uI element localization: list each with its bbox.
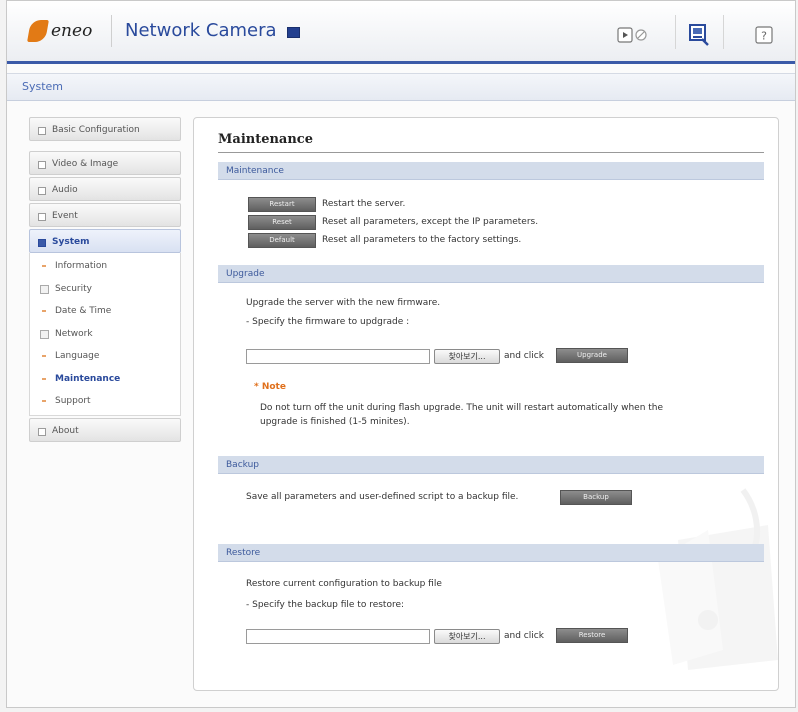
submenu-item-maintenance[interactable]: Maintenance bbox=[30, 368, 180, 391]
brand-logo[interactable]: eneo bbox=[27, 19, 93, 43]
sidebar-item-basic-configuration[interactable]: Basic Configuration bbox=[29, 117, 181, 141]
upgrade-button[interactable]: Upgrade bbox=[556, 348, 628, 363]
submenu-label: Support bbox=[55, 396, 91, 406]
bullet-icon bbox=[42, 265, 46, 267]
submenu-item-language[interactable]: Language bbox=[30, 345, 180, 368]
sidebar-item-audio[interactable]: Audio bbox=[29, 177, 181, 201]
firmware-browse-button[interactable]: 찾아보기... bbox=[434, 349, 500, 364]
default-button[interactable]: Default bbox=[248, 233, 316, 248]
help-icon[interactable]: ? bbox=[753, 25, 775, 45]
restore-subinstruction: - Specify the backup file to restore: bbox=[246, 600, 405, 610]
backup-button[interactable]: Backup bbox=[560, 490, 632, 505]
expand-icon bbox=[38, 187, 46, 195]
logo-text: eneo bbox=[51, 21, 93, 41]
bullet-icon bbox=[42, 355, 46, 357]
sidebar-item-label: System bbox=[52, 237, 90, 247]
watermark-graphic bbox=[658, 488, 778, 670]
expand-icon bbox=[40, 329, 49, 339]
live-view-icon[interactable] bbox=[617, 25, 651, 45]
bullet-icon bbox=[42, 377, 46, 380]
default-description: Reset all parameters to the factory sett… bbox=[322, 235, 522, 245]
note-text-line2: upgrade is finished (1-5 minites). bbox=[260, 417, 410, 427]
submenu-item-support[interactable]: Support bbox=[30, 390, 180, 413]
and-click-label: and click bbox=[504, 631, 544, 641]
expand-icon bbox=[38, 213, 46, 221]
upgrade-instruction: Upgrade the server with the new firmware… bbox=[246, 298, 441, 308]
backup-description: Save all parameters and user-defined scr… bbox=[246, 492, 519, 502]
restart-description: Restart the server. bbox=[322, 199, 406, 209]
expand-icon bbox=[38, 161, 46, 169]
submenu-label: Language bbox=[55, 351, 100, 361]
restart-button[interactable]: Restart bbox=[248, 197, 316, 212]
restore-instruction: Restore current configuration to backup … bbox=[246, 579, 442, 589]
breadcrumb-bar: System bbox=[7, 73, 795, 101]
sidebar-item-label: Video & Image bbox=[52, 159, 119, 169]
sidebar-item-system[interactable]: System bbox=[29, 229, 181, 253]
upgrade-subinstruction: - Specify the firmware to updgrade : bbox=[246, 317, 410, 327]
submenu-label: Security bbox=[55, 283, 92, 294]
title-divider bbox=[218, 152, 764, 153]
expand-icon bbox=[40, 284, 49, 294]
sidebar-item-label: Basic Configuration bbox=[52, 125, 140, 135]
main-panel: Maintenance Maintenance Restart Restart … bbox=[193, 117, 779, 691]
bullet-icon bbox=[42, 310, 46, 312]
header: eneo Network Camera ? bbox=[7, 1, 795, 64]
bullet-icon bbox=[42, 400, 46, 402]
section-header-backup: Backup bbox=[218, 456, 764, 474]
breadcrumb[interactable]: System bbox=[22, 80, 63, 93]
restore-button[interactable]: Restore bbox=[556, 628, 628, 643]
reset-button[interactable]: Reset bbox=[248, 215, 316, 230]
submenu-label: Information bbox=[55, 261, 108, 271]
header-divider bbox=[675, 15, 676, 49]
collapse-icon bbox=[38, 239, 46, 247]
expand-icon bbox=[38, 127, 46, 135]
app-title: Network Camera bbox=[125, 20, 277, 41]
backup-browse-button[interactable]: 찾아보기... bbox=[434, 629, 500, 644]
eneo-logo-icon bbox=[27, 20, 49, 42]
header-divider bbox=[723, 15, 724, 49]
header-divider bbox=[111, 15, 112, 47]
sidebar-item-label: Event bbox=[52, 211, 78, 221]
and-click-label: and click bbox=[504, 351, 544, 361]
submenu-item-information[interactable]: Information bbox=[30, 255, 180, 278]
submenu-item-date-time[interactable]: Date & Time bbox=[30, 300, 180, 323]
submenu-item-security[interactable]: Security bbox=[30, 278, 180, 301]
submenu-label: Network bbox=[55, 328, 93, 339]
note-text-line1: Do not turn off the unit during flash up… bbox=[260, 403, 664, 413]
sidebar-item-event[interactable]: Event bbox=[29, 203, 181, 227]
language-flag-icon[interactable] bbox=[287, 27, 300, 38]
system-submenu: Information Security Date & Time Network… bbox=[29, 253, 181, 416]
reset-description: Reset all parameters, except the IP para… bbox=[322, 217, 539, 227]
section-header-restore: Restore bbox=[218, 544, 764, 562]
firmware-file-input[interactable] bbox=[246, 349, 430, 364]
sidebar-item-label: About bbox=[52, 425, 79, 436]
page-title: Maintenance bbox=[218, 132, 313, 147]
sidebar: Basic Configuration Video & Image Audio … bbox=[29, 117, 181, 444]
sidebar-item-label: Audio bbox=[52, 185, 78, 195]
backup-file-input[interactable] bbox=[246, 629, 430, 644]
svg-text:?: ? bbox=[761, 30, 767, 43]
submenu-item-network[interactable]: Network bbox=[30, 323, 180, 346]
sidebar-item-video-image[interactable]: Video & Image bbox=[29, 151, 181, 175]
expand-icon bbox=[38, 427, 46, 436]
setup-icon[interactable] bbox=[687, 24, 711, 46]
note-title: * Note bbox=[254, 382, 286, 392]
submenu-label: Maintenance bbox=[55, 373, 121, 384]
sidebar-item-about[interactable]: About bbox=[29, 417, 181, 442]
section-header-maintenance: Maintenance bbox=[218, 162, 764, 180]
app-window: eneo Network Camera ? System Basic Confi… bbox=[6, 0, 796, 708]
section-header-upgrade: Upgrade bbox=[218, 265, 764, 283]
submenu-label: Date & Time bbox=[55, 306, 112, 316]
